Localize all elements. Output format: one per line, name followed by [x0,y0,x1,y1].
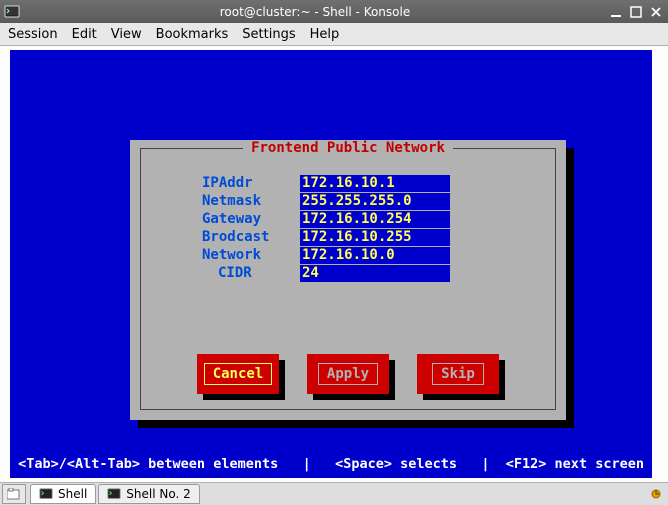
skip-button[interactable]: Skip [417,354,499,394]
hint-bar: <Tab>/<Alt-Tab> between elements | <Spac… [10,456,652,472]
field-row-cidr: CIDR 24 [170,264,536,282]
field-row-gateway: Gateway 172.16.10.254 [170,210,536,228]
input-network[interactable]: 172.16.10.0 [300,247,450,264]
tab-label-2: Shell No. 2 [126,487,190,501]
menu-bookmarks[interactable]: Bookmarks [156,27,229,42]
field-row-broadcast: Brodcast 172.16.10.255 [170,228,536,246]
menu-help[interactable]: Help [310,27,340,42]
menu-edit[interactable]: Edit [72,27,97,42]
menu-session[interactable]: Session [8,27,58,42]
input-broadcast[interactable]: 172.16.10.255 [300,229,450,246]
dialog-frontend-network: Frontend Public Network IPAddr 172.16.10… [130,140,566,420]
window-title: root@cluster:~ - Shell - Konsole [26,5,604,19]
dialog-buttons: Cancel Apply Skip [130,354,566,394]
tab-shell-2[interactable]: Shell No. 2 [98,484,199,504]
field-row-netmask: Netmask 255.255.255.0 [170,192,536,210]
terminal-icon [107,487,121,501]
input-gateway[interactable]: 172.16.10.254 [300,211,450,228]
tab-shell-1[interactable]: Shell [30,484,96,504]
menu-settings[interactable]: Settings [242,27,295,42]
tray-icon[interactable] [646,485,666,503]
input-ipaddr[interactable]: 172.16.10.1 [300,175,450,192]
label-ipaddr: IPAddr [170,175,300,191]
input-cidr[interactable]: 24 [300,265,450,282]
label-broadcast: Brodcast [170,229,300,245]
label-gateway: Gateway [170,211,300,227]
field-row-ipaddr: IPAddr 172.16.10.1 [170,174,536,192]
label-cidr: CIDR [170,265,300,281]
tab-bar: Shell Shell No. 2 [0,482,668,505]
menubar: Session Edit View Bookmarks Settings Hel… [0,23,668,46]
skip-button-label: Skip [432,363,484,385]
label-netmask: Netmask [170,193,300,209]
terminal-icon [39,487,53,501]
minimize-button[interactable] [608,4,624,20]
dialog-fields: IPAddr 172.16.10.1 Netmask 255.255.255.0… [170,174,536,282]
app-icon [4,4,20,20]
menu-view[interactable]: View [111,27,142,42]
tab-label-1: Shell [58,487,87,501]
dialog-title-text: Frontend Public Network [243,140,453,156]
maximize-button[interactable] [628,4,644,20]
cancel-button[interactable]: Cancel [197,354,279,394]
window-titlebar: root@cluster:~ - Shell - Konsole [0,0,668,23]
label-network: Network [170,247,300,263]
apply-button-label: Apply [318,363,378,385]
dialog-title: Frontend Public Network [130,140,566,156]
cancel-button-label: Cancel [204,363,273,385]
apply-button[interactable]: Apply [307,354,389,394]
new-tab-button[interactable] [2,484,26,504]
terminal[interactable]: Frontend Public Network IPAddr 172.16.10… [10,50,652,478]
input-netmask[interactable]: 255.255.255.0 [300,193,450,210]
terminal-container: Frontend Public Network IPAddr 172.16.10… [0,46,668,482]
close-button[interactable] [648,4,664,20]
field-row-network: Network 172.16.10.0 [170,246,536,264]
